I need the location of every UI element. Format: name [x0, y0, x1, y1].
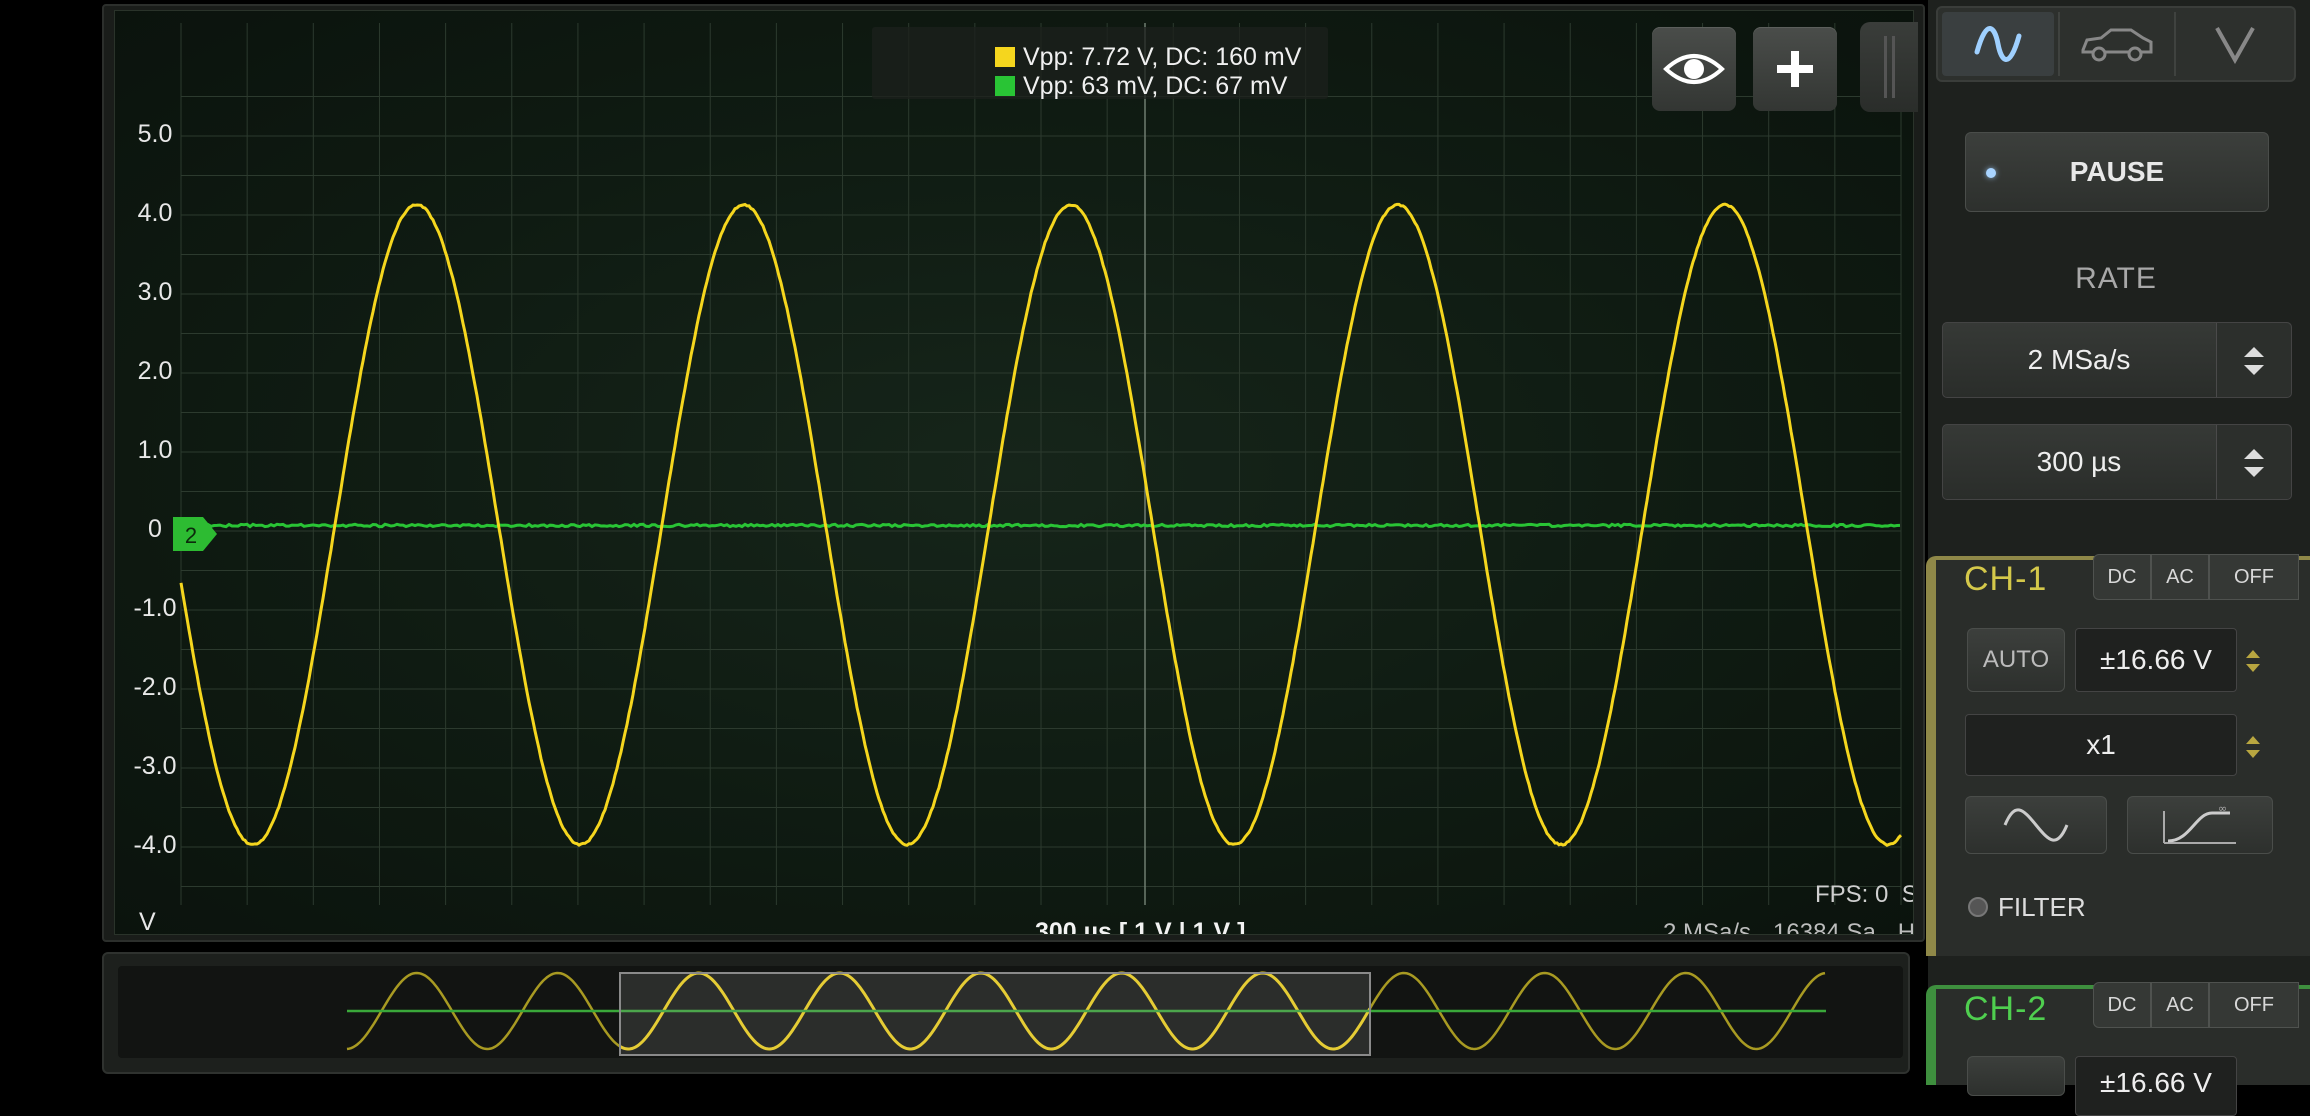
wave-icon	[2001, 805, 2071, 845]
ch1-coupling-ac[interactable]: AC	[2151, 554, 2209, 600]
ch2-coupling-ac[interactable]: AC	[2151, 982, 2209, 1028]
sample-rate-arrows[interactable]	[2216, 323, 2291, 397]
y-tick-label: -2.0	[129, 673, 181, 702]
sample-rate-value: 2 MSa/s	[1943, 323, 2215, 397]
ch2-coupling-off[interactable]: OFF	[2209, 982, 2299, 1028]
y-tick-label: 2.0	[129, 357, 181, 386]
v-icon	[2213, 24, 2257, 64]
eye-icon	[1663, 49, 1725, 89]
rate-label: RATE	[1938, 262, 2294, 296]
filter-curve-icon: ∞	[2160, 803, 2240, 847]
fps-readout: FPS: 0 SPS: 10	[1815, 881, 1914, 909]
ch1-probe-value[interactable]: x1	[1965, 714, 2237, 776]
ch1-legend-swatch	[995, 47, 1015, 67]
scope-screen[interactable]: 5.0 4.0 3.0 2.0 1.0 0 -1.0 -2.0 -3.0 -4.0 V 2 Vpp…	[114, 10, 1914, 935]
grip-icon	[1860, 22, 1918, 112]
fps-value: FPS: 0	[1815, 881, 1888, 908]
ch1-coupling-dc[interactable]: DC	[2093, 554, 2151, 600]
ch2-range-value[interactable]: ±16.66 V	[2075, 1056, 2237, 1116]
y-tick-label: -4.0	[129, 831, 181, 860]
ch1-auto-button[interactable]: AUTO	[1967, 628, 2065, 692]
grid	[181, 23, 1901, 905]
ch1-range-value[interactable]: ±16.66 V	[2075, 628, 2237, 692]
svg-text:∞: ∞	[2218, 803, 2227, 815]
drawer-handle[interactable]	[1860, 22, 1918, 112]
ch1-filter-curve-button[interactable]: ∞	[2127, 796, 2273, 854]
ch2-auto-button[interactable]	[1967, 1056, 2065, 1096]
ch2-coupling-dc[interactable]: DC	[2093, 982, 2151, 1028]
ch2-measurement: Vpp: 63 mV, DC: 67 mV	[1023, 72, 1287, 100]
overview-viewport-window[interactable]	[620, 973, 1370, 1055]
plot-area	[115, 11, 1914, 935]
radio-icon	[1968, 897, 1988, 917]
ch1-title: CH-1	[1964, 560, 2047, 599]
timebase-value: 300 µs	[1943, 425, 2215, 499]
ch1-range-arrows-icon[interactable]	[2238, 640, 2268, 680]
ch1-filter-toggle[interactable]: FILTER	[1968, 892, 2086, 922]
device-name: HD4096	[1898, 919, 1914, 935]
overview-plot	[118, 966, 1903, 1058]
plus-icon	[1775, 49, 1815, 89]
visibility-button[interactable]	[1652, 27, 1736, 111]
y-axis-unit: V	[139, 908, 156, 935]
ch1-measurement: Vpp: 7.72 V, DC: 160 mV	[1023, 43, 1301, 71]
y-tick-label: -3.0	[129, 752, 181, 781]
tab-automotive[interactable]	[2058, 12, 2174, 76]
timebase-spinner[interactable]: 300 µs	[1942, 424, 2292, 500]
mode-tabs	[1936, 6, 2296, 82]
car-icon	[2077, 24, 2157, 64]
tab-scope[interactable]	[1942, 12, 2054, 76]
run-indicator-icon	[1986, 168, 1996, 178]
ch2-title: CH-2	[1964, 990, 2047, 1029]
pause-label: PAUSE	[2070, 156, 2164, 188]
sample-count-readout: 16384 Sa	[1773, 919, 1876, 935]
ch1-coupling-off[interactable]: OFF	[2209, 554, 2299, 600]
measurement-legend: Vpp: 7.72 V, DC: 160 mV Vpp: 63 mV, DC: …	[872, 27, 1328, 99]
up-down-arrows-icon	[2217, 425, 2291, 499]
add-measurement-button[interactable]	[1753, 27, 1837, 111]
ch2-offset-marker[interactable]: 2	[171, 515, 219, 553]
sine-wave-icon	[1973, 22, 2023, 66]
up-down-arrows-icon	[2217, 323, 2291, 397]
sample-rate-spinner[interactable]: 2 MSa/s	[1942, 322, 2292, 398]
svg-text:2: 2	[185, 523, 197, 548]
sample-rate-readout: 2 MSa/s	[1663, 919, 1751, 935]
tab-voltmeter[interactable]	[2174, 12, 2294, 76]
y-tick-label: 4.0	[129, 199, 181, 228]
y-tick-label: -1.0	[129, 594, 181, 623]
y-tick-label: 1.0	[129, 436, 181, 465]
ch1-probe-arrows-icon[interactable]	[2238, 726, 2268, 766]
timebase-arrows[interactable]	[2216, 425, 2291, 499]
y-tick-label: 5.0	[129, 120, 181, 149]
pause-button[interactable]: PAUSE	[1965, 132, 2269, 212]
ch1-filter-label: FILTER	[1998, 892, 2086, 923]
acquisition-info: 2 MSa/s 16384 Sa HD4096	[1663, 919, 1914, 935]
waveform-overview[interactable]	[118, 966, 1903, 1058]
ch2-legend-swatch	[995, 76, 1015, 96]
sps-value: SPS: 10	[1902, 881, 1914, 908]
timebase-scale-label: 300 µs [ 1 V | 1 V ]	[1035, 918, 1245, 935]
ch1-waveform-button[interactable]	[1965, 796, 2107, 854]
y-tick-label: 3.0	[129, 278, 181, 307]
